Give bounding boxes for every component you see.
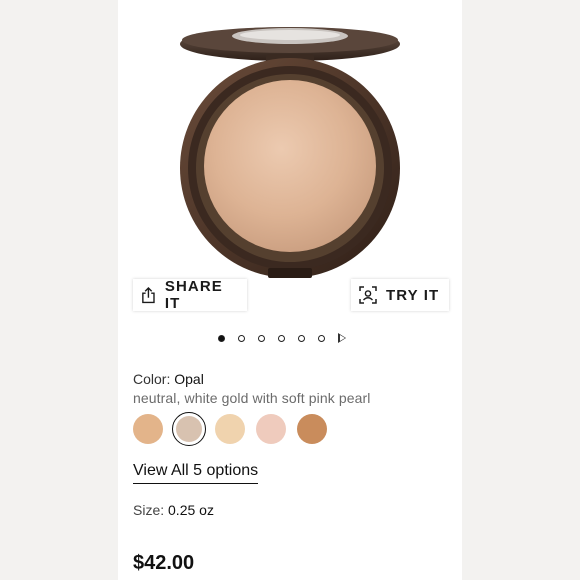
shade-swatch-wrap[interactable] (297, 414, 327, 444)
size-value: 0.25 oz (168, 502, 214, 518)
play-video-icon[interactable] (338, 333, 346, 343)
share-icon (142, 287, 155, 304)
share-label: SHARE IT (164, 278, 223, 312)
try-it-button[interactable]: TRY IT (351, 279, 449, 311)
product-price: $42.00 (133, 552, 195, 574)
product-image[interactable]: SHARE IT TRY IT (118, 0, 462, 324)
shade-swatch-wrap[interactable] (133, 414, 163, 444)
carousel-dot[interactable] (238, 334, 245, 342)
shade-swatch-wrap[interactable] (256, 414, 286, 444)
shade-swatch[interactable] (215, 414, 245, 444)
shade-swatch-wrap[interactable] (215, 414, 245, 444)
carousel-dot[interactable] (298, 334, 305, 342)
carousel-dot[interactable] (258, 334, 265, 342)
view-all-options-link[interactable]: View All 5 options (133, 462, 259, 484)
shade-swatch[interactable] (297, 414, 327, 444)
carousel-dot[interactable] (318, 334, 325, 342)
shade-swatch[interactable] (133, 414, 163, 444)
share-button[interactable]: SHARE IT (133, 278, 247, 312)
color-label: Color: (133, 371, 171, 387)
color-selection: Color: Opal (133, 371, 204, 387)
shade-swatch-selected-wrap[interactable] (172, 412, 206, 446)
carousel-pagination (218, 332, 346, 344)
shade-swatch[interactable] (256, 414, 286, 444)
shade-swatches (133, 412, 327, 446)
shade-swatch-selected[interactable] (176, 416, 202, 442)
left-margin (0, 0, 118, 580)
color-value: Opal (174, 371, 204, 387)
color-description: neutral, white gold with soft pink pearl (133, 390, 371, 406)
highlighter-compact-image (180, 27, 400, 278)
size-info: Size: 0.25 oz (133, 502, 214, 518)
carousel-dot[interactable] (278, 334, 285, 342)
product-panel: SHARE IT TRY IT Color: Opal neutral, whi… (118, 0, 462, 580)
right-margin (462, 0, 580, 580)
face-scan-icon (359, 286, 377, 304)
carousel-dot[interactable] (218, 334, 225, 342)
try-it-label: TRY IT (386, 286, 440, 304)
size-label: Size: (133, 502, 165, 518)
